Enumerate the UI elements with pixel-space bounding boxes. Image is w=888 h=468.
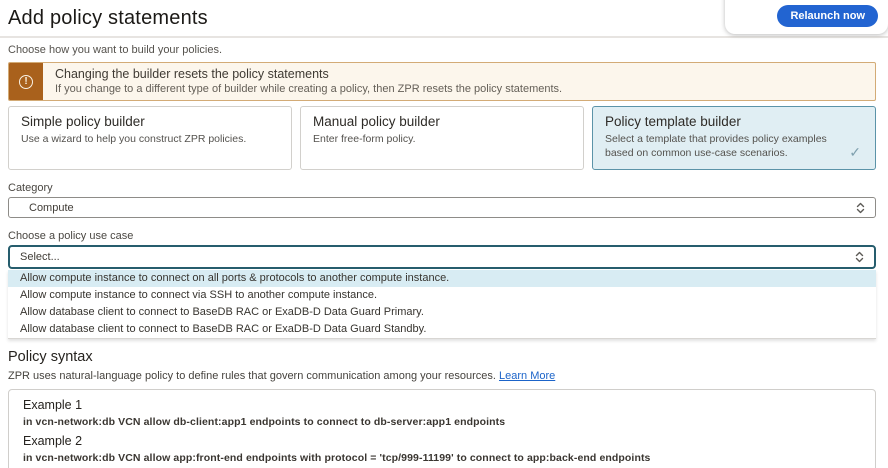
example-label: Example 1 [23, 398, 861, 412]
simple-policy-builder-card[interactable]: Simple policy builder Use a wizard to he… [8, 106, 292, 170]
category-selected-value: Compute [29, 202, 74, 214]
policy-template-builder-card[interactable]: Policy template builder Select a templat… [592, 106, 876, 170]
category-label: Category [8, 182, 888, 194]
header-divider [0, 36, 888, 38]
warning-banner-message: If you change to a different type of bui… [55, 83, 562, 95]
use-case-label: Choose a policy use case [8, 230, 888, 242]
use-case-option[interactable]: Allow compute instance to connect on all… [8, 270, 876, 287]
warning-banner-body: Changing the builder resets the policy s… [43, 63, 574, 100]
use-case-selected-value: Select... [20, 251, 60, 263]
policy-syntax-description-text: ZPR uses natural-language policy to defi… [8, 370, 496, 382]
builder-cards-row: Simple policy builder Use a wizard to he… [8, 106, 876, 170]
select-spinner-icon [855, 251, 864, 263]
use-case-option[interactable]: Allow compute instance to connect via SS… [8, 287, 876, 304]
manual-policy-builder-card[interactable]: Manual policy builder Enter free-form po… [300, 106, 584, 170]
use-case-option[interactable]: Allow database client to connect to Base… [8, 304, 876, 321]
category-select[interactable]: Compute [8, 197, 876, 218]
card-description: Select a template that provides policy e… [605, 133, 832, 160]
policy-examples-box: Example 1 in vcn-network:db VCN allow db… [8, 389, 876, 468]
example-label: Example 2 [23, 434, 861, 448]
warning-icon: ! [19, 75, 33, 89]
use-case-option[interactable]: Allow database client to connect to Base… [8, 321, 876, 338]
example-policy-statement: in vcn-network:db VCN allow app:front-en… [23, 452, 861, 464]
card-title: Simple policy builder [21, 114, 279, 129]
use-case-option-list: Allow compute instance to connect on all… [8, 270, 876, 339]
add-policy-statements-page: Relaunch now Add policy statements Choos… [0, 0, 888, 468]
selected-check-icon: ✓ [849, 144, 861, 161]
policy-syntax-description: ZPR uses natural-language policy to defi… [8, 370, 888, 382]
builder-instructions: Choose how you want to build your polici… [8, 44, 888, 56]
warning-banner-stripe: ! [9, 63, 43, 100]
example-policy-statement: in vcn-network:db VCN allow db-client:ap… [23, 416, 861, 428]
select-spinner-icon [856, 202, 865, 214]
use-case-select[interactable]: Select... [8, 245, 876, 269]
relaunch-popup: Relaunch now [725, 0, 888, 34]
warning-banner: ! Changing the builder resets the policy… [8, 62, 876, 101]
learn-more-link[interactable]: Learn More [499, 370, 555, 382]
relaunch-now-button[interactable]: Relaunch now [777, 5, 878, 27]
card-description: Enter free-form policy. [313, 133, 540, 147]
warning-banner-title: Changing the builder resets the policy s… [55, 67, 562, 81]
policy-syntax-heading: Policy syntax [8, 349, 888, 365]
card-title: Policy template builder [605, 114, 863, 129]
card-title: Manual policy builder [313, 114, 571, 129]
card-description: Use a wizard to help you construct ZPR p… [21, 133, 248, 147]
